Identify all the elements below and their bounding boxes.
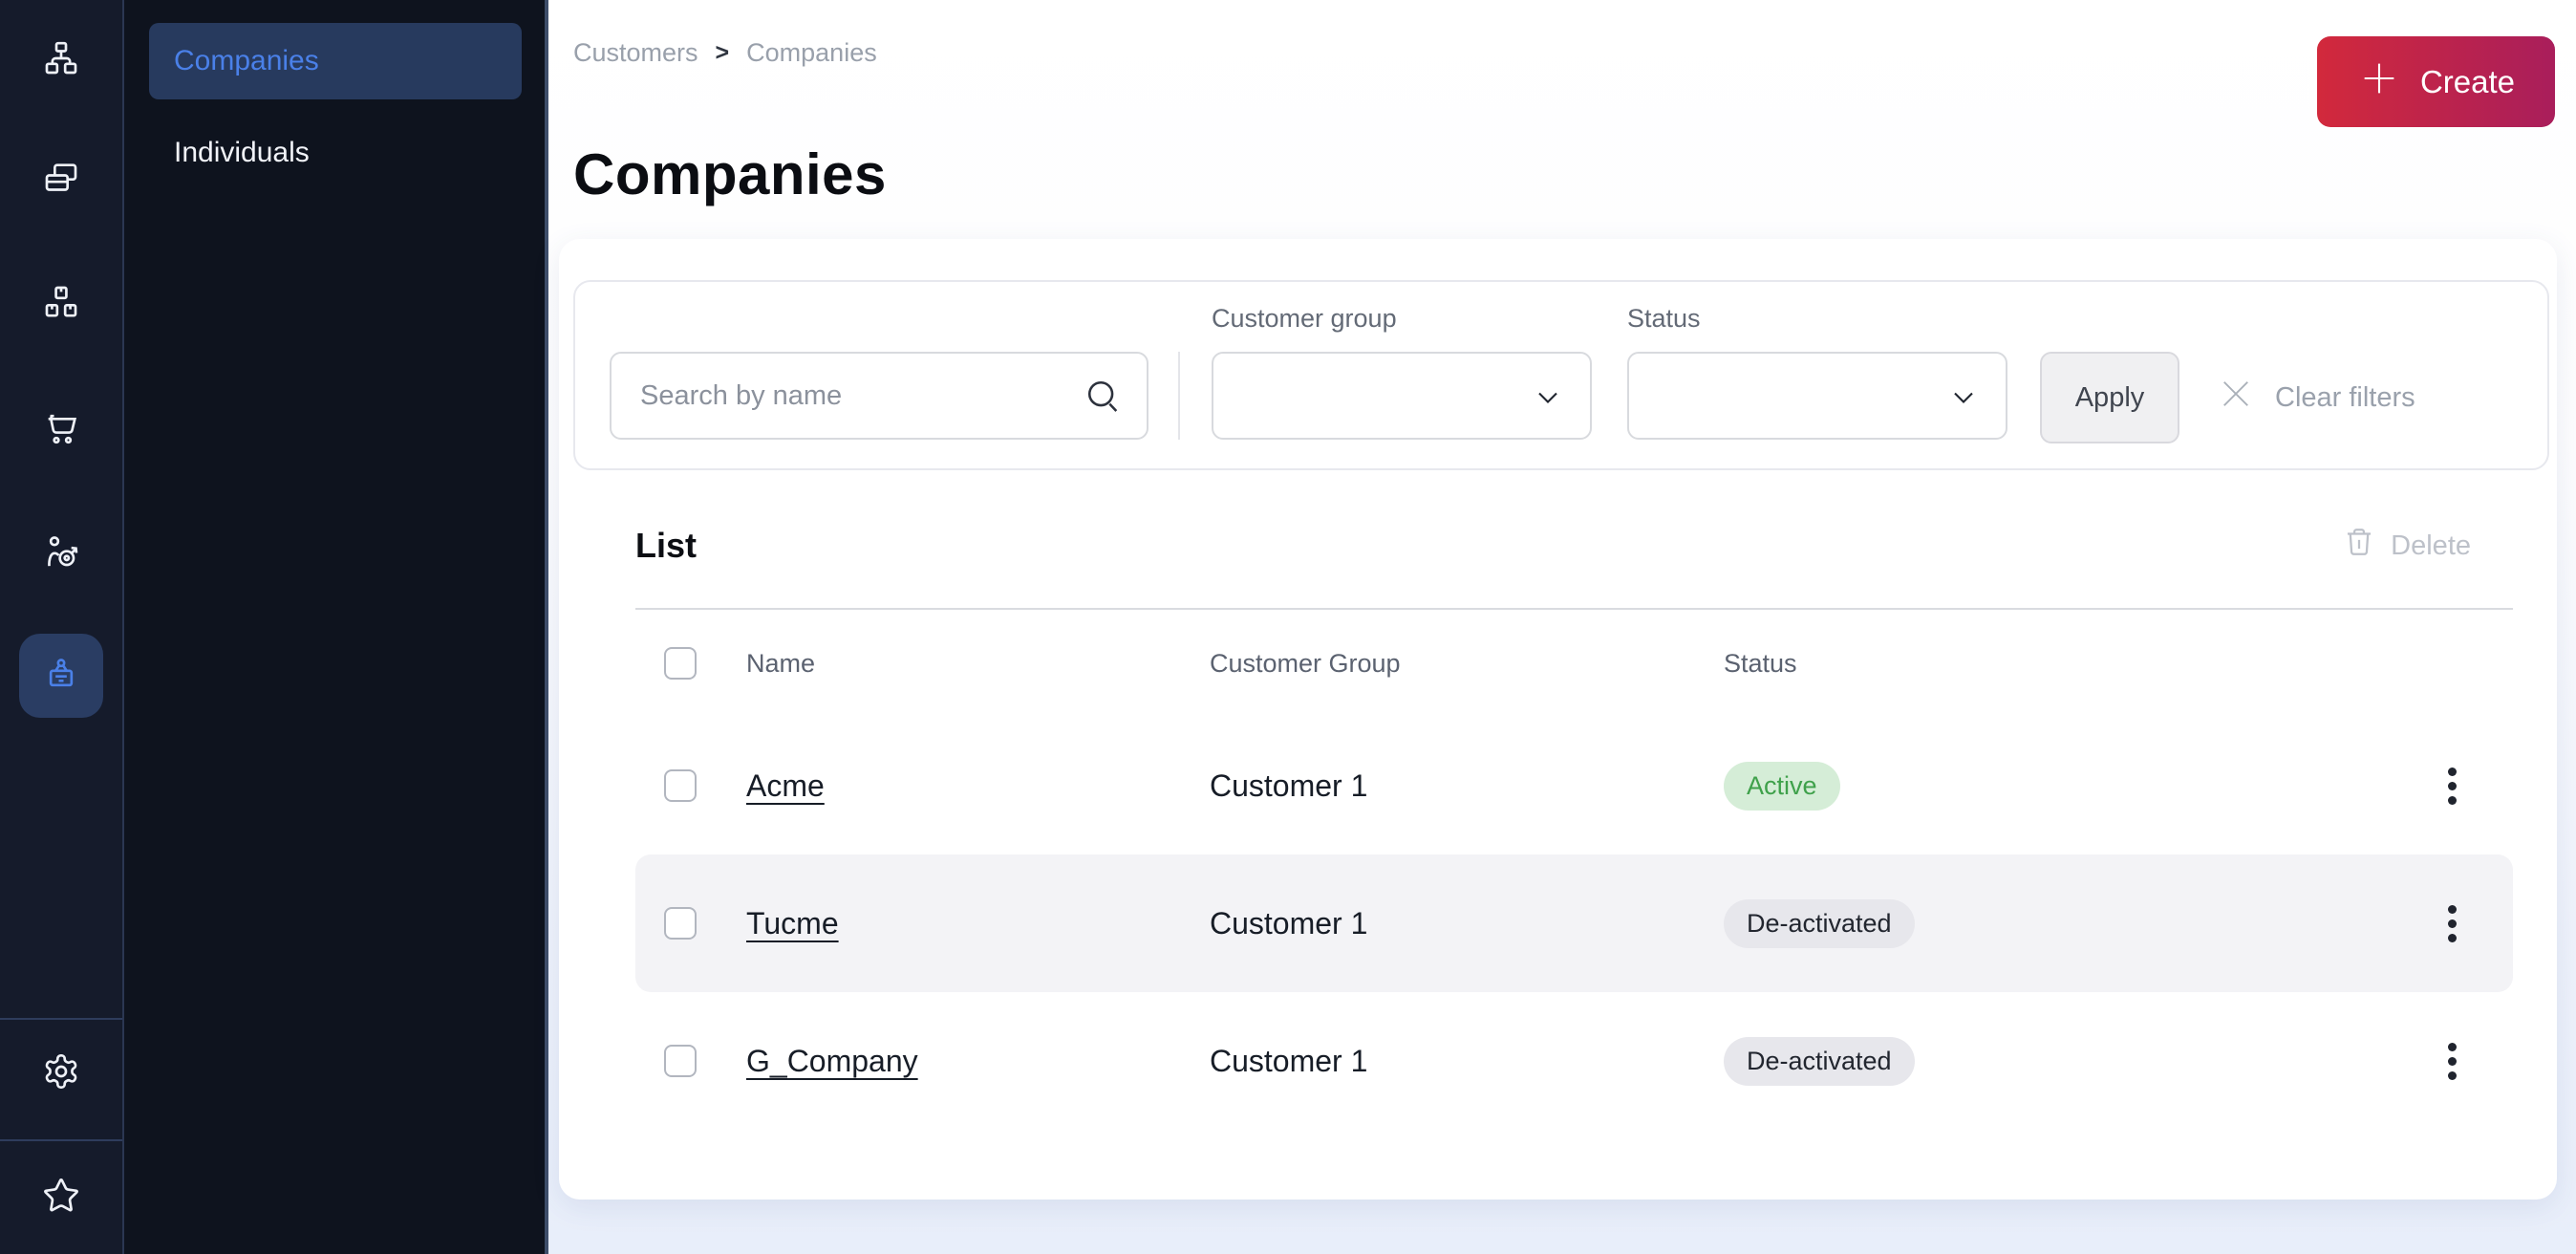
column-header-customer-group: Customer Group [1210,649,1724,679]
company-name-link[interactable]: Acme [746,768,825,803]
breadcrumb-item-customers[interactable]: Customers [573,38,698,68]
company-name-link[interactable]: Tucme [746,906,839,940]
close-icon [2216,374,2256,422]
table-header-row: Name Customer Group Status [635,610,2513,717]
customer-group-cell: Customer 1 [1210,1044,1724,1079]
column-header-status: Status [1724,649,2427,679]
rail-divider [0,1018,122,1020]
customer-badge-icon [42,656,80,697]
search-input[interactable] [610,352,1148,440]
search-group [610,304,1148,440]
delete-button[interactable]: Delete [2343,526,2471,566]
kebab-icon [2448,1037,2457,1086]
status-filter: Status [1627,304,2007,440]
search-label-spacer [610,304,1148,336]
packages-icon [42,283,80,324]
rail-item-settings[interactable] [27,1044,96,1101]
create-button-label: Create [2420,64,2515,100]
rail-item-orders[interactable] [27,400,96,458]
select-all-checkbox[interactable] [664,647,697,680]
gear-icon [42,1052,80,1093]
rail-item-marketing[interactable] [27,525,96,582]
kebab-icon [2448,762,2457,811]
status-label: Status [1627,304,2007,336]
customer-target-icon [42,533,80,574]
rail-item-payments[interactable] [27,150,96,207]
sitemap-icon [42,39,80,80]
status-badge: Active [1724,762,1840,811]
list-title: List [635,526,697,566]
rail-item-favorites[interactable] [27,1168,96,1225]
icon-rail [0,0,124,1254]
row-checkbox[interactable] [664,769,697,802]
filter-bar: Customer group Status [573,280,2549,470]
delete-button-label: Delete [2391,530,2471,562]
apply-button[interactable]: Apply [2040,352,2179,443]
sidebar-item-label: Companies [174,45,319,77]
page-title: Companies [573,141,887,207]
status-badge: De-activated [1724,899,1915,948]
payment-cards-icon [42,159,80,200]
rail-item-sitemap[interactable] [27,31,96,88]
company-name-link[interactable]: G_Company [746,1044,918,1078]
sidebar-item-label: Individuals [174,137,310,169]
rail-item-inventory[interactable] [27,274,96,332]
row-checkbox[interactable] [664,1045,697,1077]
table-row: G_Company Customer 1 De-activated [635,992,2513,1130]
row-checkbox[interactable] [664,907,697,940]
clear-filters-label: Clear filters [2275,382,2415,414]
status-badge: De-activated [1724,1037,1915,1086]
content-panel: Customer group Status [559,239,2557,1200]
column-header-name: Name [746,649,1210,679]
plus-icon [2357,56,2401,108]
main-content: Customers > Companies Create Companies [548,0,2576,1254]
rail-divider [0,1139,122,1141]
customer-group-select[interactable] [1212,352,1592,440]
row-actions-button[interactable] [2427,1027,2477,1095]
rail-item-customers[interactable] [19,634,103,718]
table-row: Tucme Customer 1 De-activated [635,854,2513,992]
list-header: List Delete [635,526,2471,566]
table-row: Acme Customer 1 Active [635,717,2513,854]
customer-group-cell: Customer 1 [1210,906,1724,941]
status-select[interactable] [1627,352,2007,440]
app-root: Companies Individuals Customers > Compan… [0,0,2576,1254]
breadcrumb-item-companies[interactable]: Companies [746,38,877,68]
customer-group-filter: Customer group [1212,304,1592,440]
clear-filters-button[interactable]: Clear filters [2216,352,2415,443]
sidebar-item-companies[interactable]: Companies [149,23,522,99]
star-icon [42,1177,80,1218]
filter-divider [1178,352,1180,440]
cart-icon [42,409,80,450]
sidebar: Companies Individuals [124,0,548,1254]
sidebar-item-individuals[interactable]: Individuals [149,115,522,191]
kebab-icon [2448,899,2457,948]
trash-icon [2343,526,2375,566]
breadcrumb-separator: > [716,39,730,67]
row-actions-button[interactable] [2427,751,2477,820]
row-actions-button[interactable] [2427,889,2477,958]
companies-table: Name Customer Group Status Acme Customer… [635,610,2513,1130]
customer-group-label: Customer group [1212,304,1592,336]
customer-group-cell: Customer 1 [1210,768,1724,804]
breadcrumb: Customers > Companies [573,38,877,68]
create-button[interactable]: Create [2317,36,2555,127]
